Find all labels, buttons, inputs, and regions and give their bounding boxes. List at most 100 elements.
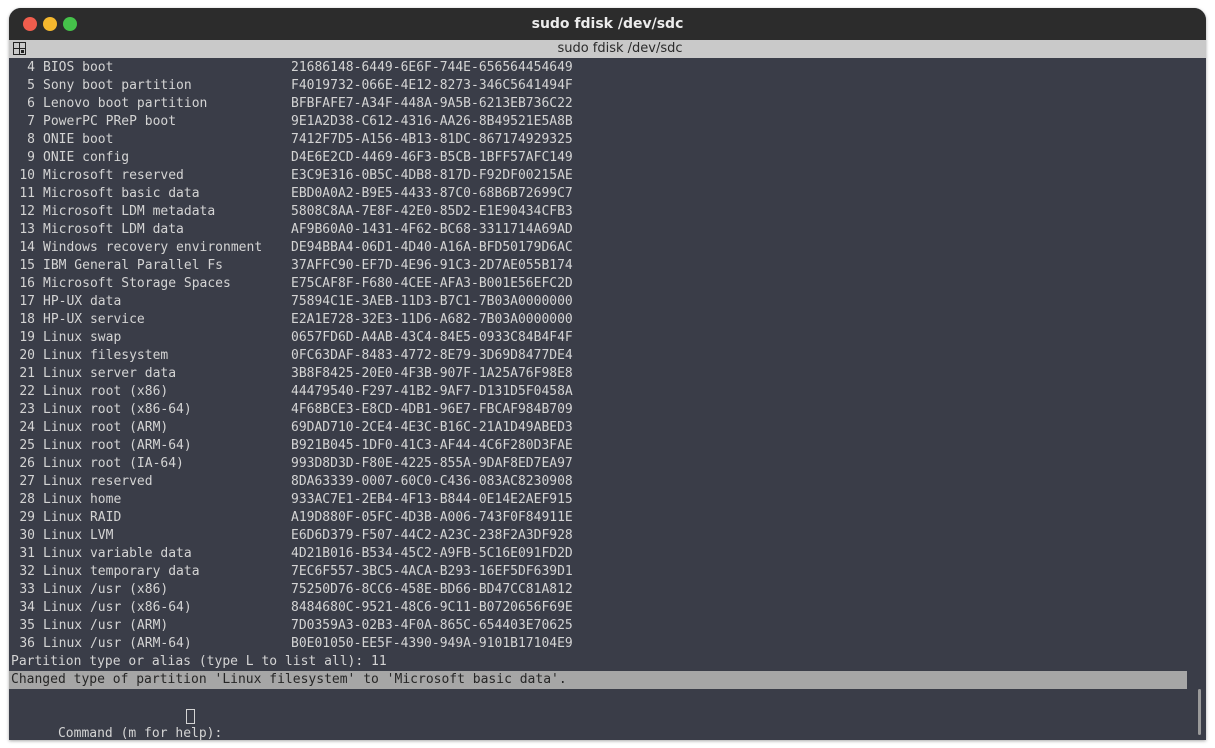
partition-type-row: 32 Linux temporary data 7EC6F557-3BC5-4ACA… [11, 563, 572, 581]
partition-type-number: 14 [19, 240, 35, 255]
partition-type-name: ONIE boot [43, 132, 114, 147]
partition-type-name: Linux root (x86) [43, 384, 169, 399]
partition-type-number: 16 [19, 276, 35, 291]
partition-type-name: Lenovo boot partition [43, 96, 208, 111]
partition-type-guid: 7D0359A3-02B3-4F0A-865C-654403E70625 [291, 618, 573, 633]
partition-type-guid: BFBFAFE7-A34F-448A-9A5B-6213EB736C22 [291, 96, 573, 111]
partition-type-name: ONIE config [43, 150, 130, 165]
partition-type-number: 23 [19, 402, 35, 417]
partition-type-name: Linux root (IA-64) [43, 456, 184, 471]
partition-type-name: Linux root (ARM-64) [43, 438, 192, 453]
partition-type-guid: 5808C8AA-7E8F-42E0-85D2-E1E90434CFB3 [291, 204, 573, 219]
partition-type-guid: 7EC6F557-3BC5-4ACA-B293-16EF5DF639D1 [291, 564, 573, 579]
partition-type-number: 17 [19, 294, 35, 309]
partition-type-number: 30 [19, 528, 35, 543]
partition-type-row: 23 Linux root (x86-64) 4F68BCE3-E8CD-4DB1-… [11, 401, 572, 419]
command-prompt: Command (m for help): [57, 726, 231, 740]
partition-type-name: HP-UX data [43, 294, 122, 309]
partition-type-guid: F4019732-066E-4E12-8273-346C5641494F [291, 78, 573, 93]
partition-type-row: 22 Linux root (x86) 44479540-F297-41B2-9AF… [11, 383, 572, 401]
partition-type-name: Linux RAID [43, 510, 122, 525]
partition-type-name: Linux variable data [43, 546, 192, 561]
window-title: sudo fdisk /dev/sdc [531, 16, 684, 32]
partition-type-guid: 21686148-6449-6E6F-744E-656564454649 [291, 60, 573, 75]
partition-type-number: 35 [19, 618, 35, 633]
partition-type-guid: 0657FD6D-A4AB-43C4-84E5-0933C84B4F4F [291, 330, 573, 345]
partition-type-row: 11 Microsoft basic data EBD0A0A2-B9E5-4433… [11, 185, 572, 203]
partition-type-guid: 44479540-F297-41B2-9AF7-D131D5F0458A [291, 384, 573, 399]
status-message: Changed type of partition 'Linux filesys… [9, 671, 1187, 689]
partition-type-guid: 0FC63DAF-8483-4772-8E79-3D69D8477DE4 [291, 348, 573, 363]
partition-type-number: 4 [27, 60, 35, 75]
partition-type-name: Linux /usr (x86) [43, 582, 169, 597]
partition-type-number: 32 [19, 564, 35, 579]
partition-type-guid: AF9B60A0-1431-4F62-BC68-3311714A69AD [291, 222, 573, 237]
partition-type-number: 21 [19, 366, 35, 381]
text-cursor [186, 709, 195, 724]
partition-type-name: Microsoft reserved [43, 168, 184, 183]
partition-type-name: Sony boot partition [43, 78, 192, 93]
partition-type-row: 21 Linux server data 3B8F8425-20E0-4F3B-90… [11, 365, 572, 383]
partition-type-number: 24 [19, 420, 35, 435]
partition-type-name: Linux temporary data [43, 564, 200, 579]
partition-type-guid: DE94BBA4-06D1-4D40-A16A-BFD50179D6AC [291, 240, 573, 255]
partition-type-row: 10 Microsoft reserved E3C9E316-0B5C-4DB8-8… [11, 167, 572, 185]
partition-type-name: Microsoft Storage Spaces [43, 276, 231, 291]
partition-type-row: 36 Linux /usr (ARM-64) B0E01050-EE5F-4390-… [11, 635, 572, 653]
terminal-window: sudo fdisk /dev/sdc sudo fdisk /dev/sdc … [9, 8, 1206, 740]
partition-type-guid: 4D21B016-B534-45C2-A9FB-5C16E091FD2D [291, 546, 573, 561]
partition-type-guid: 8484680C-9521-48C6-9C11-B0720656F69E [291, 600, 573, 615]
partition-type-number: 8 [27, 132, 35, 147]
partition-type-name: Linux swap [43, 330, 122, 345]
partition-type-row: 31 Linux variable data 4D21B016-B534-45C2-… [11, 545, 572, 563]
partition-type-row: 27 Linux reserved 8DA63339-0007-60C0-C436-… [11, 473, 572, 491]
partition-type-number: 36 [19, 636, 35, 651]
partition-type-row: 15 IBM General Parallel Fs 37AFFC90-EF7D-4… [11, 257, 572, 275]
partition-type-row: 33 Linux /usr (x86) 75250D76-8CC6-458E-BD6… [11, 581, 572, 599]
partition-type-number: 10 [19, 168, 35, 183]
partition-type-guid: E75CAF8F-F680-4CEE-AFA3-B001E56EFC2D [291, 276, 573, 291]
partition-type-name: Microsoft basic data [43, 186, 200, 201]
scrollbar-thumb[interactable] [1198, 689, 1201, 735]
terminal-output[interactable]: 4 BIOS boot 21686148-6449-6E6F-744E-656564… [9, 58, 1206, 740]
partition-type-guid: 9E1A2D38-C612-4316-AA26-8B49521E5A8B [291, 114, 573, 129]
partition-type-number: 34 [19, 600, 35, 615]
partition-type-name: Linux filesystem [43, 348, 169, 363]
partition-type-name: Linux /usr (x86-64) [43, 600, 192, 615]
partition-type-guid: E6D6D379-F507-44C2-A23C-238F2A3DF928 [291, 528, 573, 543]
partition-type-row: 26 Linux root (IA-64) 993D8D3D-F80E-4225-8… [11, 455, 572, 473]
partition-type-row: 13 Microsoft LDM data AF9B60A0-1431-4F62-B… [11, 221, 572, 239]
partition-type-row: 12 Microsoft LDM metadata 5808C8AA-7E8F-42… [11, 203, 572, 221]
partition-type-name: Linux root (x86-64) [43, 402, 192, 417]
partition-type-row: 18 HP-UX service E2A1E728-32E3-11D6-A682-7… [11, 311, 572, 329]
partition-type-name: Microsoft LDM data [43, 222, 184, 237]
title-bar[interactable]: sudo fdisk /dev/sdc [9, 8, 1206, 40]
partition-type-number: 7 [27, 114, 35, 129]
partition-type-row: 17 HP-UX data 75894C1E-3AEB-11D3-B7C1-7B03… [11, 293, 572, 311]
command-prompt-line[interactable]: Command (m for help): [11, 707, 230, 740]
partition-type-number: 12 [19, 204, 35, 219]
partition-type-name: IBM General Parallel Fs [43, 258, 224, 273]
partition-type-row: 4 BIOS boot 21686148-6449-6E6F-744E-656564… [11, 59, 573, 77]
partition-type-guid: 69DAD710-2CE4-4E3C-B16C-21A1D49ABED3 [291, 420, 573, 435]
partition-type-guid: 75250D76-8CC6-458E-BD66-BD47CC81A812 [291, 582, 573, 597]
partition-type-row: 5 Sony boot partition F4019732-066E-4E12-8… [11, 77, 573, 95]
partition-type-guid: 933AC7E1-2EB4-4F13-B844-0E14E2AEF915 [291, 492, 573, 507]
tab-title[interactable]: sudo fdisk /dev/sdc [9, 40, 1206, 58]
partition-type-number: 15 [19, 258, 35, 273]
partition-type-number: 13 [19, 222, 35, 237]
partition-type-number: 22 [19, 384, 35, 399]
tab-bar: sudo fdisk /dev/sdc [9, 40, 1206, 58]
partition-type-guid: 3B8F8425-20E0-4F3B-907F-1A25A76F98E8 [291, 366, 573, 381]
partition-type-row: 9 ONIE config D4E6E2CD-4469-46F3-B5CB-1BFF… [11, 149, 573, 167]
partition-type-guid: D4E6E2CD-4469-46F3-B5CB-1BFF57AFC149 [291, 150, 573, 165]
partition-type-guid: 993D8D3D-F80E-4225-855A-9DAF8ED7EA97 [291, 456, 573, 471]
partition-type-guid: 4F68BCE3-E8CD-4DB1-96E7-FBCAF984B709 [291, 402, 573, 417]
partition-type-number: 5 [27, 78, 35, 93]
partition-type-row: 34 Linux /usr (x86-64) 8484680C-9521-48C6-… [11, 599, 572, 617]
partition-type-row: 30 Linux LVM E6D6D379-F507-44C2-A23C-238F2… [11, 527, 572, 545]
partition-type-row: 24 Linux root (ARM) 69DAD710-2CE4-4E3C-B16… [11, 419, 572, 437]
partition-type-guid: E2A1E728-32E3-11D6-A682-7B03A0000000 [291, 312, 573, 327]
partition-type-row: 35 Linux /usr (ARM) 7D0359A3-02B3-4F0A-865… [11, 617, 572, 635]
partition-type-number: 20 [19, 348, 35, 363]
